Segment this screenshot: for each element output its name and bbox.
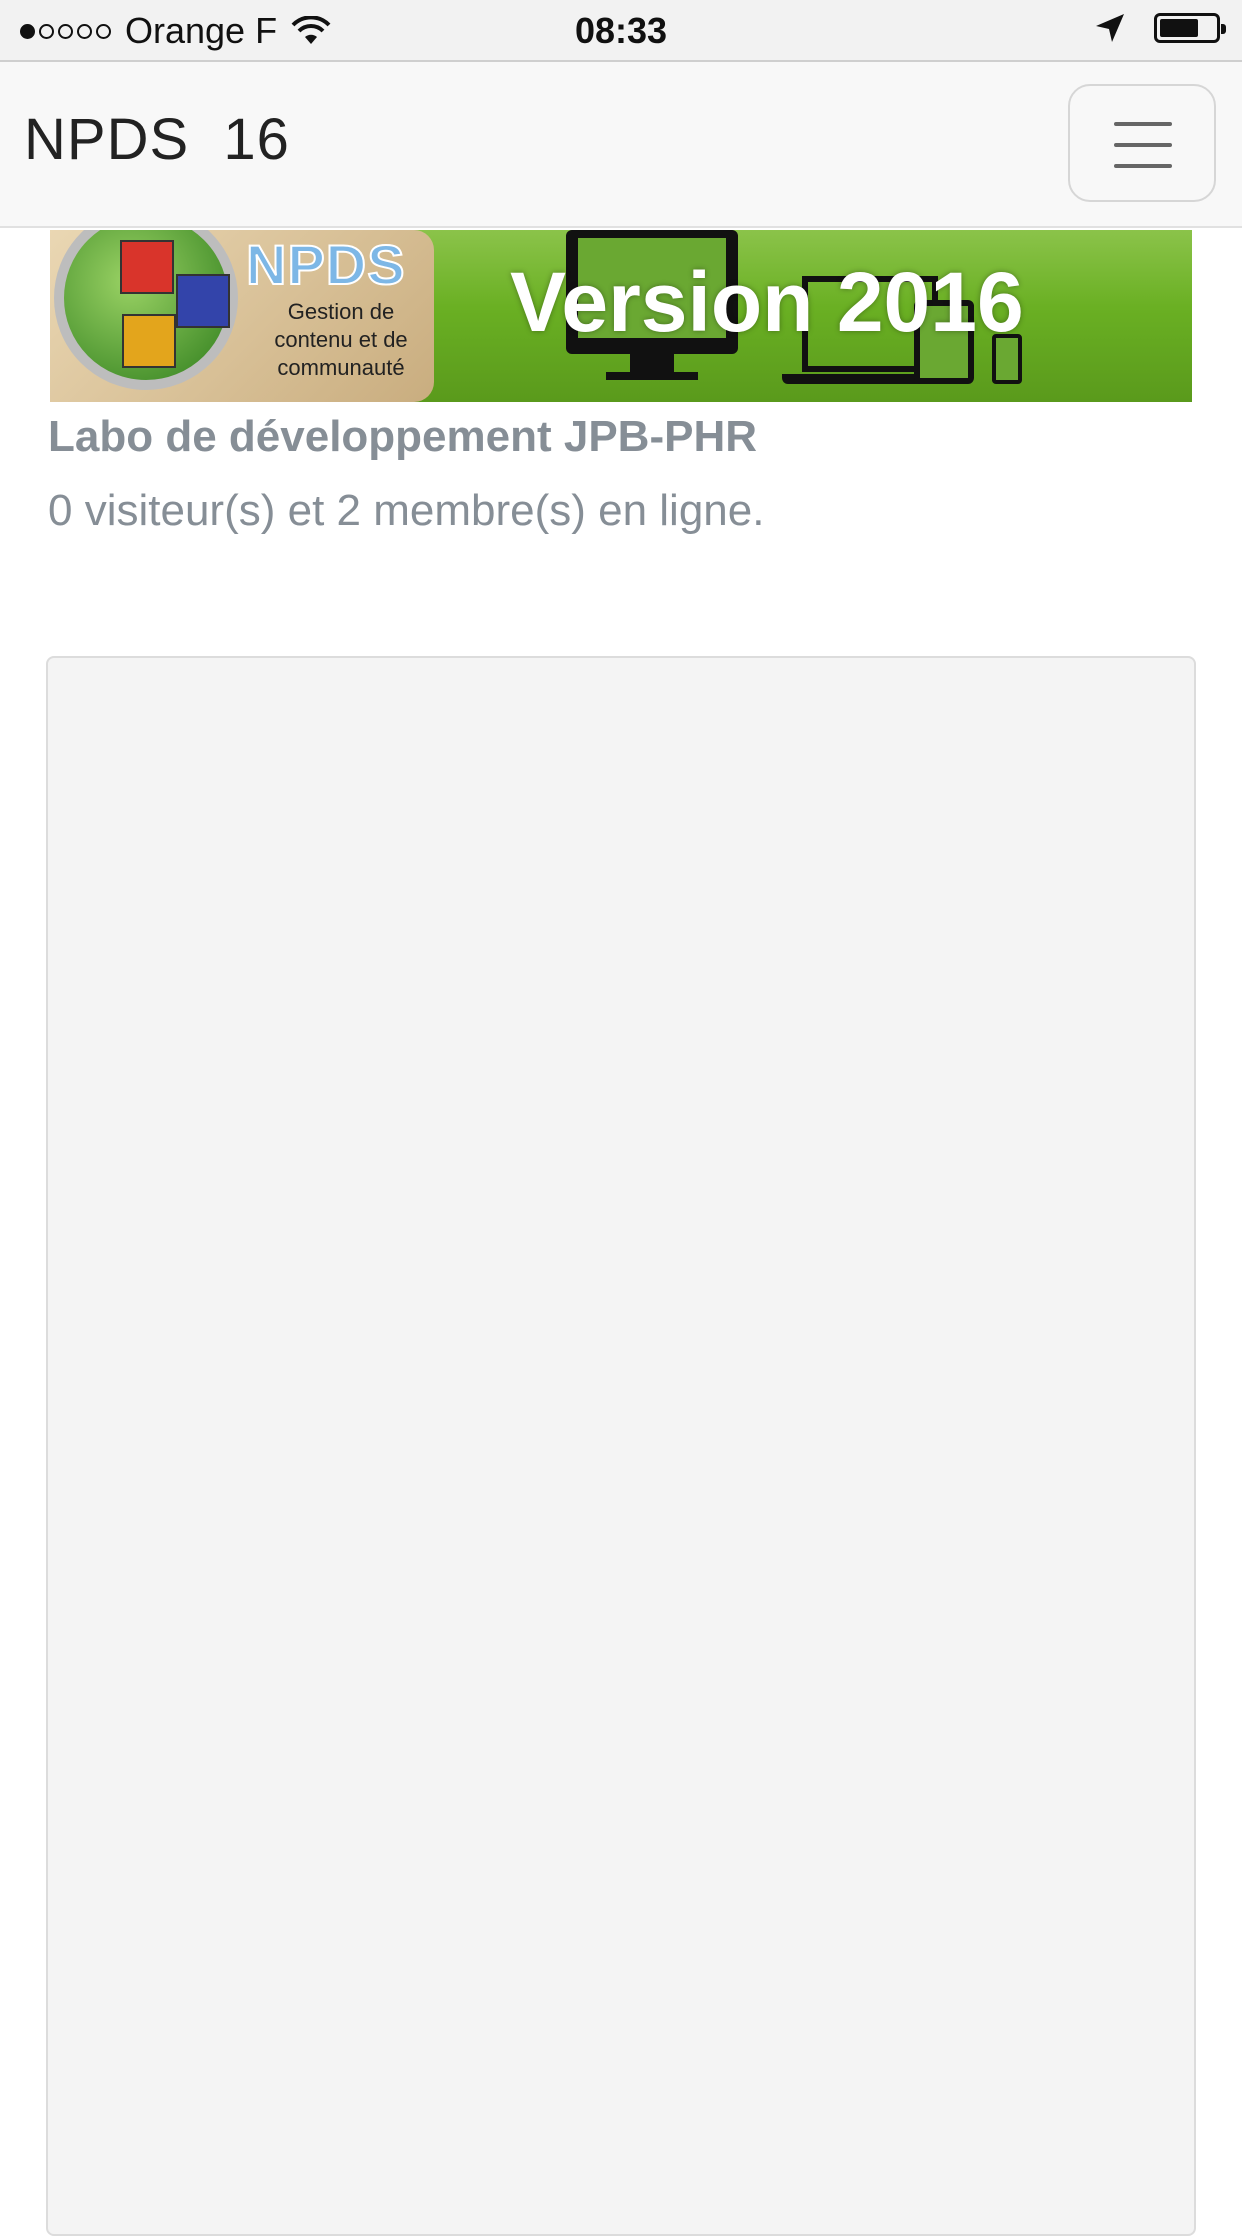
content-panel xyxy=(46,656,1196,2236)
site-title: Labo de développement JPB-PHR xyxy=(48,412,758,461)
online-status: 0 visiteur(s) et 2 membre(s) en ligne. xyxy=(48,486,765,535)
logo-tagline: Gestion de contenu et de communauté xyxy=(256,298,426,382)
status-bar: Orange F 08:33 xyxy=(0,0,1242,62)
site-banner[interactable]: NPDS Gestion de contenu et de communauté… xyxy=(50,230,1192,402)
navbar: NPDS 16 xyxy=(0,62,1242,228)
yellow-cube-icon xyxy=(122,314,176,368)
status-right xyxy=(1094,12,1226,44)
status-time: 08:33 xyxy=(574,10,668,51)
location-arrow-icon xyxy=(1096,14,1124,42)
red-cube-icon xyxy=(120,240,174,294)
brand-link[interactable]: NPDS 16 xyxy=(24,106,290,173)
menu-toggle-button[interactable] xyxy=(1068,84,1216,202)
blue-cube-icon xyxy=(176,274,230,328)
tagline-line: Gestion de xyxy=(287,299,395,324)
hamburger-icon xyxy=(1114,122,1172,126)
battery-fill xyxy=(1160,19,1198,37)
version-text: Version 2016 xyxy=(510,255,1024,349)
tagline-line: communauté xyxy=(277,355,405,380)
logo-text: NPDS xyxy=(245,232,406,297)
logo-circle xyxy=(54,230,238,390)
npds-logo: NPDS Gestion de contenu et de communauté xyxy=(50,230,434,402)
tagline-line: contenu et de xyxy=(274,327,408,352)
hamburger-icon xyxy=(1114,164,1172,168)
monitor-base xyxy=(606,372,698,380)
hamburger-icon xyxy=(1114,143,1172,147)
battery-icon xyxy=(1154,13,1226,43)
monitor-stand xyxy=(630,354,674,372)
